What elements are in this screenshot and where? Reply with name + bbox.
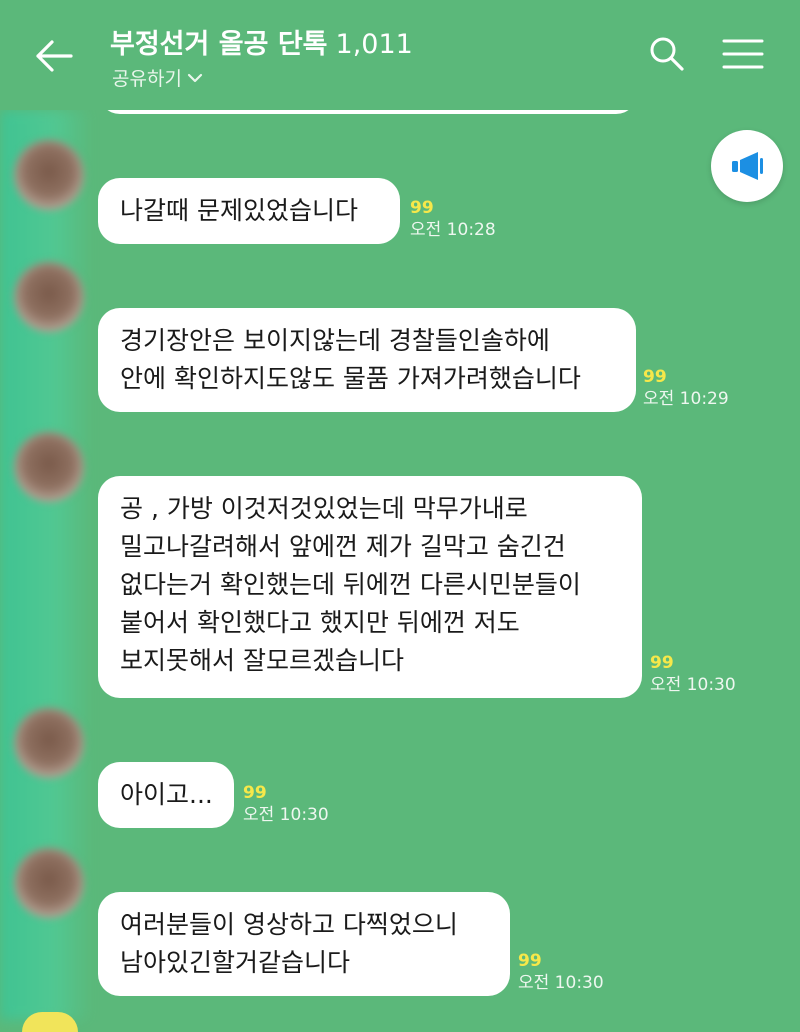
message-bubble[interactable]: 나갈때 문제있었습니다 bbox=[98, 178, 400, 244]
unread-count: 99 bbox=[643, 367, 667, 387]
message-bubble[interactable]: 아이고... bbox=[98, 762, 234, 828]
hamburger-menu-icon bbox=[722, 39, 764, 69]
megaphone-icon bbox=[732, 152, 763, 180]
search-button[interactable] bbox=[645, 32, 689, 76]
message-bubble[interactable]: 공 , 가방 이것저것있었는데 막무가내로 밀고나갈려해서 앞에껀 제가 길막고… bbox=[98, 476, 642, 698]
next-message-bubble-edge bbox=[22, 1012, 78, 1032]
avatar[interactable] bbox=[14, 140, 84, 210]
share-button[interactable]: 공유하기 bbox=[112, 64, 203, 91]
message-text: 남아있긴할거같습니다 bbox=[120, 948, 351, 977]
search-icon bbox=[650, 37, 684, 71]
message-time: 오전 10:29 bbox=[643, 389, 729, 409]
message-time: 오전 10:30 bbox=[650, 675, 736, 695]
message-text: 아이고... bbox=[120, 780, 213, 809]
message-text: 없다는거 확인했는데 뒤에껀 다른시민분들이 bbox=[120, 570, 581, 599]
notice-button[interactable] bbox=[711, 130, 783, 202]
message-meta: 99 오전 10:30 bbox=[518, 950, 604, 994]
avatar[interactable] bbox=[14, 708, 84, 778]
chat-header: 부정선거 올공 단톡 1,011 공유하기 bbox=[0, 0, 800, 110]
message-text: 공 , 가방 이것저것있었는데 막무가내로 bbox=[120, 494, 528, 523]
message-text: 나갈때 문제있었습니다 bbox=[120, 196, 358, 225]
message-bubble[interactable]: 여러분들이 영상하고 다찍었으니 남아있긴할거같습니다 bbox=[98, 892, 510, 996]
share-label: 공유하기 bbox=[112, 68, 182, 90]
message-text: 밀고나갈려해서 앞에껀 제가 길막고 숨긴건 bbox=[120, 532, 566, 561]
message-time: 오전 10:28 bbox=[410, 220, 496, 240]
unread-count: 99 bbox=[410, 198, 434, 218]
avatar[interactable] bbox=[14, 262, 84, 332]
message-meta: 99 오전 10:30 bbox=[243, 782, 329, 826]
message-text: 보지못해서 잘모르겠습니다 bbox=[120, 646, 404, 675]
avatar[interactable] bbox=[14, 432, 84, 502]
message-text: 여러분들이 영상하고 다찍었으니 bbox=[120, 910, 458, 939]
member-count: 1,011 bbox=[335, 29, 413, 60]
message-meta: 99 오전 10:29 bbox=[643, 366, 729, 410]
avatar[interactable] bbox=[14, 848, 84, 918]
message-text: 경기장안은 보이지않는데 경찰들인솔하에 bbox=[120, 326, 550, 355]
unread-count: 99 bbox=[243, 783, 267, 803]
message-time: 오전 10:30 bbox=[518, 973, 604, 993]
message-meta: 99 오전 10:28 bbox=[410, 197, 496, 241]
message-text: 안에 확인하지도않도 물품 가져가려했습니다 bbox=[120, 364, 581, 393]
menu-button[interactable] bbox=[718, 32, 768, 76]
chat-room-name: 부정선거 올공 단톡 bbox=[110, 29, 328, 60]
message-meta: 99 오전 10:30 bbox=[650, 652, 736, 696]
message-bubble[interactable]: 경기장안은 보이지않는데 경찰들인솔하에 안에 확인하지도않도 물품 가져가려했… bbox=[98, 308, 636, 412]
message-text: 붙어서 확인했다고 했지만 뒤에껀 저도 bbox=[120, 608, 520, 637]
unread-count: 99 bbox=[518, 951, 542, 971]
unread-count: 99 bbox=[650, 653, 674, 673]
chat-title: 부정선거 올공 단톡 1,011 bbox=[110, 22, 413, 61]
back-button[interactable] bbox=[28, 30, 80, 82]
chevron-down-icon bbox=[187, 73, 203, 82]
arrow-left-icon bbox=[36, 40, 73, 72]
message-time: 오전 10:30 bbox=[243, 805, 329, 825]
